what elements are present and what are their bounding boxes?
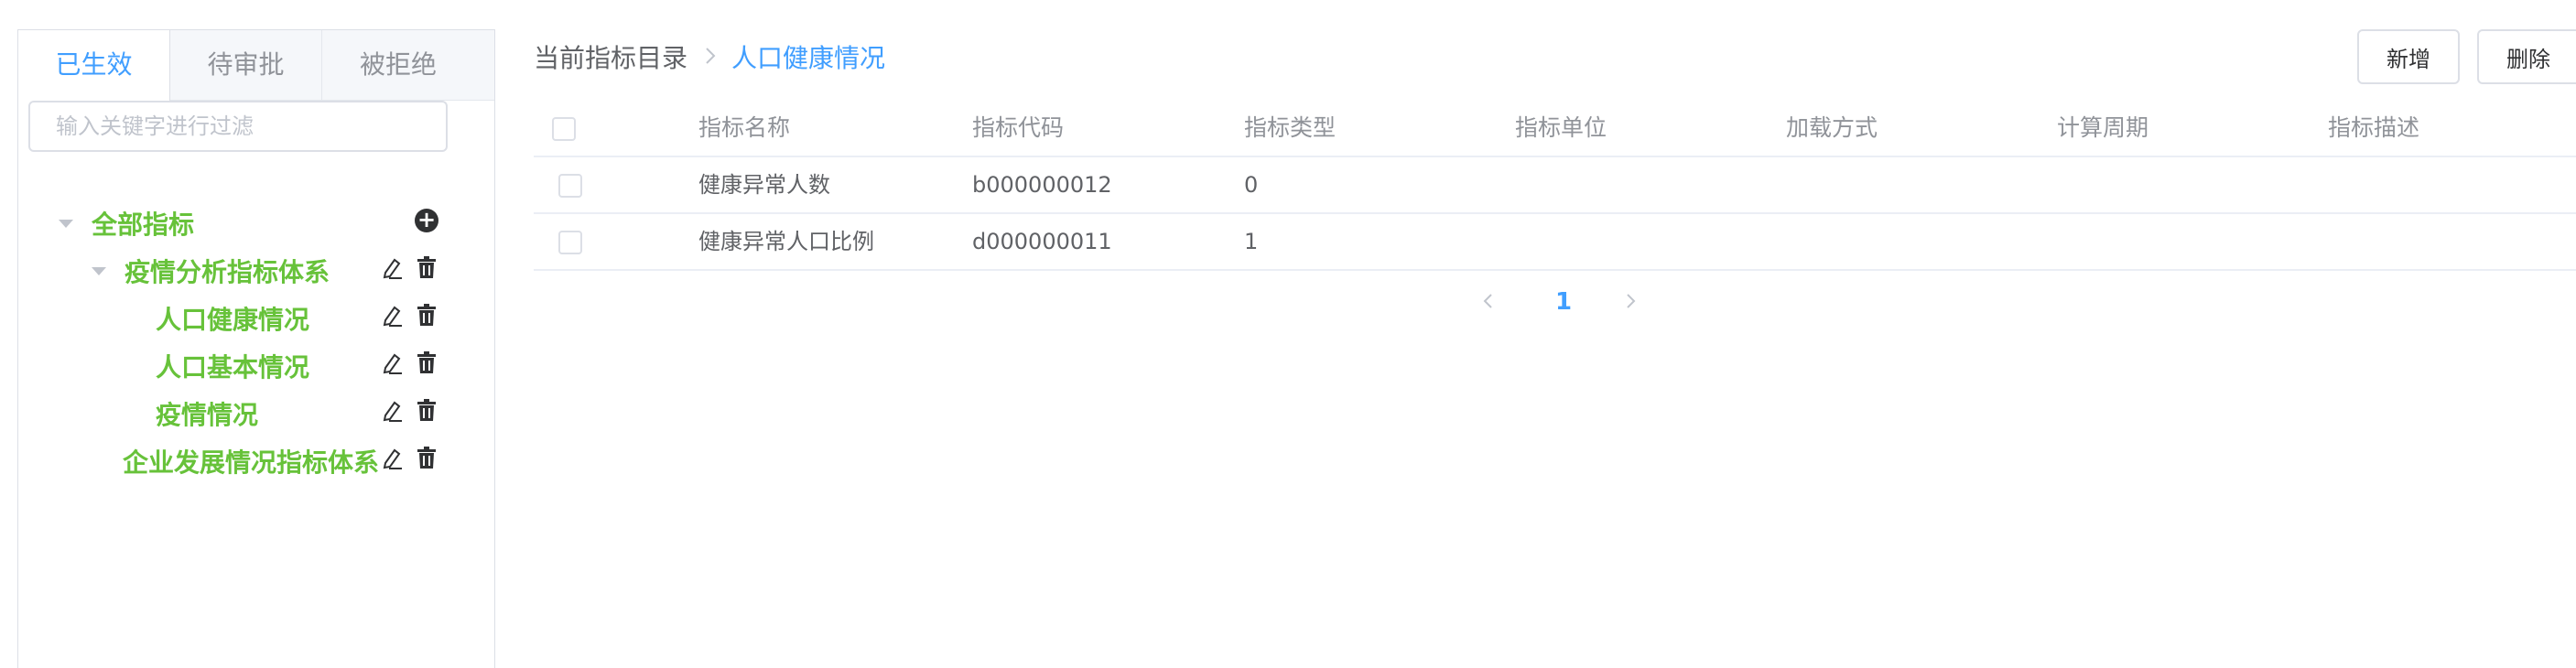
delete-node-button[interactable] — [413, 444, 440, 471]
tree-node-label: 人口健康情况 — [156, 305, 310, 335]
delete-button[interactable]: 删除 — [2477, 29, 2576, 84]
column-header: 计算周期 — [2057, 114, 2149, 141]
tab-pending[interactable]: 待审批 — [170, 30, 322, 100]
column-header: 指标代码 — [972, 114, 1065, 141]
tree-node-all[interactable]: 全部指标 — [59, 203, 194, 243]
tab-active[interactable]: 已生效 — [18, 30, 170, 101]
status-tabs: 已生效 待审批 被拒绝 — [18, 30, 494, 101]
tree-node-label: 企业发展情况指标体系 — [123, 447, 380, 478]
breadcrumb: 当前指标目录 人口健康情况 — [534, 37, 885, 77]
row-checkbox[interactable] — [558, 174, 582, 198]
trash-icon — [417, 447, 436, 469]
chevron-right-icon — [704, 42, 717, 72]
cell-type: 1 — [1244, 229, 1259, 254]
pencil-icon — [383, 353, 402, 374]
trash-icon — [417, 256, 436, 278]
caret-down-icon[interactable] — [59, 219, 73, 228]
cell-name: 健康异常人数 — [698, 172, 830, 198]
tree-node-population-basic[interactable]: 人口基本情况 — [156, 346, 309, 386]
column-header: 指标描述 — [2328, 114, 2420, 141]
chevron-right-icon[interactable] — [1620, 291, 1640, 311]
edit-node-button[interactable] — [378, 349, 406, 376]
table-header: 指标名称 指标代码 指标类型 指标单位 加载方式 计算周期 指标描述 — [534, 101, 2576, 157]
delete-node-button[interactable] — [413, 301, 440, 329]
pencil-icon — [383, 448, 402, 469]
tree-node-label: 疫情情况 — [156, 400, 259, 430]
trash-icon — [417, 351, 436, 373]
edit-node-button[interactable] — [378, 396, 406, 424]
breadcrumb-root[interactable]: 当前指标目录 — [534, 38, 687, 75]
edit-node-button[interactable] — [378, 444, 406, 471]
cell-name: 健康异常人口比例 — [698, 229, 874, 254]
cell-code: b000000012 — [972, 172, 1112, 198]
pencil-icon — [383, 401, 402, 422]
delete-node-button[interactable] — [413, 253, 440, 281]
trash-icon — [417, 399, 436, 421]
tab-rejected[interactable]: 被拒绝 — [322, 30, 474, 100]
indicator-table: 指标名称 指标代码 指标类型 指标单位 加载方式 计算周期 指标描述 健康异常人… — [534, 101, 2576, 271]
cell-code: d000000011 — [972, 229, 1112, 254]
edit-node-button[interactable] — [378, 301, 406, 329]
trash-icon — [417, 304, 436, 326]
tree-node-population-health[interactable]: 人口健康情况 — [156, 298, 309, 339]
tree-node-label: 人口基本情况 — [156, 352, 310, 382]
tree-node-enterprise-system[interactable]: 企业发展情况指标体系 — [123, 441, 379, 481]
table-row[interactable]: 健康异常人口比例 d000000011 1 — [534, 214, 2576, 271]
column-header: 指标单位 — [1515, 114, 1607, 141]
pencil-icon — [383, 258, 402, 279]
table-row[interactable]: 健康异常人数 b000000012 0 — [534, 157, 2576, 214]
cell-type: 0 — [1244, 172, 1259, 198]
column-header: 指标名称 — [698, 114, 791, 141]
breadcrumb-current: 人口健康情况 — [731, 43, 886, 73]
plus-circle-icon: + — [415, 209, 438, 232]
delete-node-button[interactable] — [413, 349, 440, 376]
edit-node-button[interactable] — [378, 253, 406, 281]
page-number-current[interactable]: 1 — [1550, 284, 1577, 320]
pagination: 1 — [1465, 284, 1648, 320]
chevron-left-icon[interactable] — [1478, 291, 1499, 311]
tree-node-label: 疫情分析指标体系 — [124, 257, 330, 287]
tree-node-epidemic-system[interactable]: 疫情分析指标体系 — [92, 251, 330, 291]
add-node-button[interactable]: + — [413, 207, 440, 234]
column-header: 加载方式 — [1786, 114, 1878, 141]
caret-down-icon[interactable] — [92, 266, 106, 275]
column-header: 指标类型 — [1244, 114, 1337, 141]
add-button[interactable]: 新增 — [2357, 29, 2460, 84]
row-checkbox[interactable] — [558, 231, 582, 254]
pencil-icon — [383, 306, 402, 327]
tree-filter-input[interactable] — [28, 101, 448, 152]
select-all-checkbox[interactable] — [552, 117, 576, 141]
delete-node-button[interactable] — [413, 396, 440, 424]
tree-node-epidemic[interactable]: 疫情情况 — [156, 393, 258, 434]
tree-node-label: 全部指标 — [92, 210, 195, 240]
